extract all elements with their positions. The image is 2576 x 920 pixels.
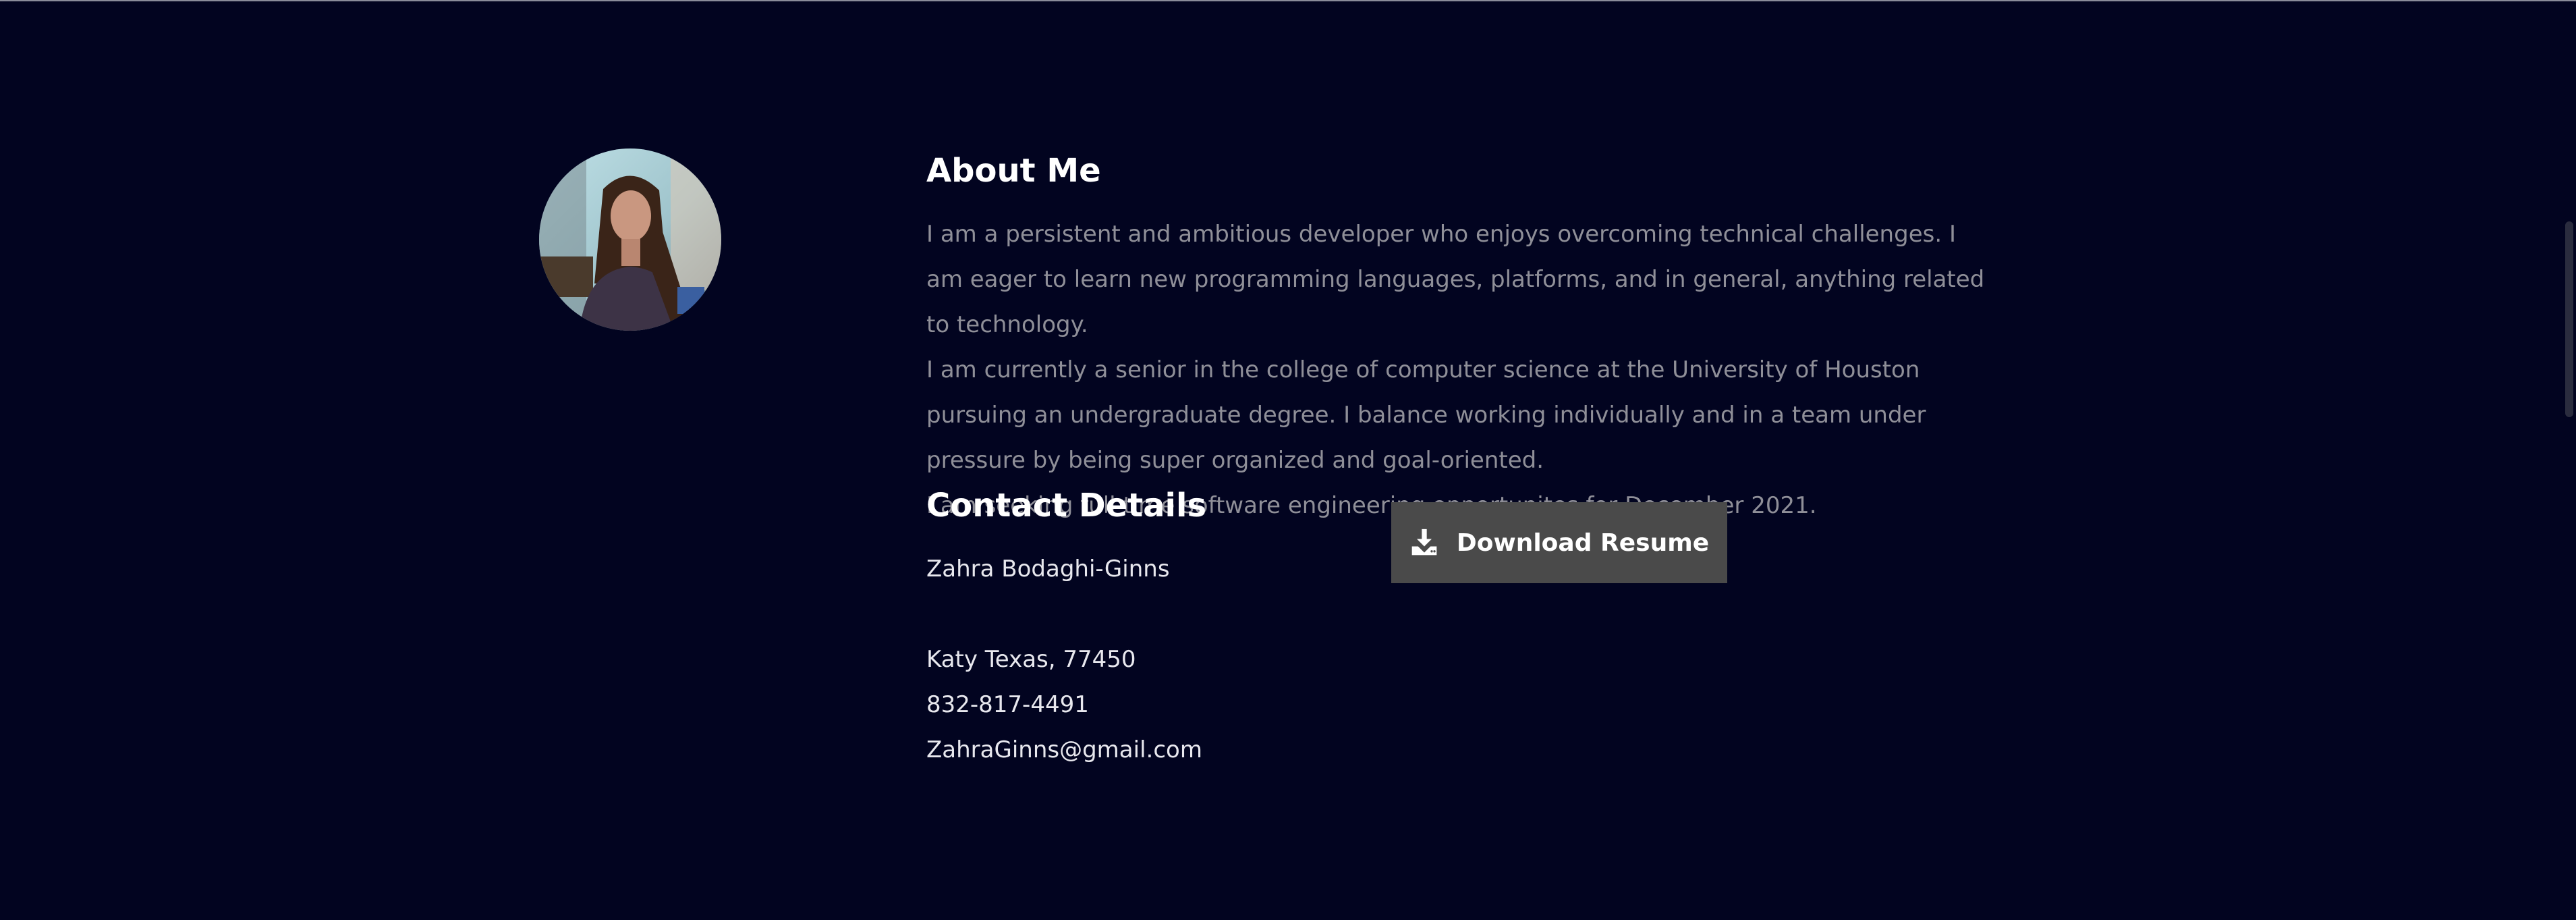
about-section: About Me I am a persistent and ambitious… [0,1,2576,920]
contact-details-heading: Contact Details [926,487,1207,524]
scrollbar-thumb[interactable] [2565,221,2573,417]
page-scrollbar[interactable] [2563,1,2576,920]
contact-location: Katy Texas, 77450 [926,646,1136,673]
about-bio: I am a persistent and ambitious develope… [926,212,1992,529]
download-resume-label: Download Resume [1456,529,1710,557]
download-resume-button[interactable]: Download Resume [1391,502,1727,583]
contact-email: ZahraGinns@gmail.com [926,736,1202,763]
contact-name: Zahra Bodaghi-Ginns [926,556,1170,583]
download-icon [1409,528,1439,558]
about-me-heading: About Me [926,152,1101,190]
profile-photo [539,148,721,331]
bio-paragraph: I am a persistent and ambitious develope… [926,221,1985,338]
contact-phone: 832-817-4491 [926,691,1089,718]
bio-paragraph: I am currently a senior in the college o… [926,356,1926,474]
profile-avatar [539,148,721,331]
